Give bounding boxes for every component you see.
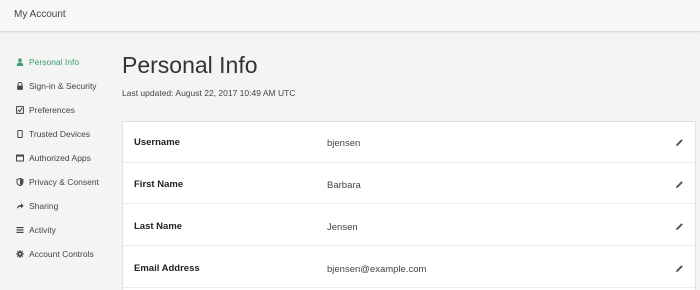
sidebar-item-trusted-devices[interactable]: Trusted Devices: [15, 124, 120, 144]
sidebar-item-label: Account Controls: [29, 249, 94, 259]
list-icon: [15, 226, 24, 235]
field-value: bjensen@example.com: [327, 264, 427, 275]
top-bar: My Account: [0, 0, 700, 32]
sidebar-item-label: Preferences: [29, 105, 75, 115]
field-value: bjensen: [327, 138, 361, 149]
field-value: Barbara: [327, 180, 361, 191]
pencil-icon[interactable]: [675, 138, 684, 147]
field-label: Last Name: [134, 221, 183, 232]
sidebar-item-label: Personal Info: [29, 57, 80, 67]
sidebar-item-sign-in-security[interactable]: Sign-in & Security: [15, 76, 120, 96]
checkbox-icon: [15, 106, 24, 115]
sidebar-item-sharing[interactable]: Sharing: [15, 196, 120, 216]
sidebar-item-preferences[interactable]: Preferences: [15, 100, 120, 120]
personal-info-card: Username bjensen First Name Barbara Last…: [122, 121, 696, 290]
sidebar-item-label: Privacy & Consent: [29, 177, 99, 187]
field-label: Email Address: [134, 263, 200, 274]
sidebar-item-activity[interactable]: Activity: [15, 220, 120, 240]
share-icon: [15, 202, 24, 211]
pencil-icon[interactable]: [675, 180, 684, 189]
device-icon: [15, 130, 24, 139]
field-row-first-name[interactable]: First Name Barbara: [123, 163, 695, 204]
field-label: Username: [134, 137, 180, 148]
sidebar-item-label: Trusted Devices: [29, 129, 91, 139]
gear-icon: [15, 250, 24, 259]
shield-icon: [15, 178, 24, 187]
page-title: Personal Info: [122, 52, 258, 78]
sidebar-item-privacy-consent[interactable]: Privacy & Consent: [15, 172, 120, 192]
sidebar-item-label: Activity: [29, 225, 56, 235]
field-label: First Name: [134, 179, 184, 190]
sidebar-item-authorized-apps[interactable]: Authorized Apps: [15, 148, 120, 168]
last-updated-text: Last updated: August 22, 2017 10:49 AM U…: [122, 88, 296, 98]
field-row-last-name[interactable]: Last Name Jensen: [123, 205, 695, 246]
pencil-icon[interactable]: [675, 264, 684, 273]
window-icon: [15, 154, 24, 163]
field-value: Jensen: [327, 222, 358, 233]
sidebar-item-personal-info[interactable]: Personal Info: [15, 52, 120, 72]
pencil-icon[interactable]: [675, 222, 684, 231]
lock-icon: [15, 82, 24, 91]
sidebar-item-label: Sharing: [29, 201, 59, 211]
sidebar-item-account-controls[interactable]: Account Controls: [15, 244, 120, 264]
app-title: My Account: [14, 9, 66, 20]
sidebar-item-label: Authorized Apps: [29, 153, 91, 163]
sidebar-item-label: Sign-in & Security: [29, 81, 97, 91]
user-icon: [15, 58, 24, 67]
field-row-username[interactable]: Username bjensen: [123, 122, 695, 163]
field-row-email-address[interactable]: Email Address bjensen@example.com: [123, 247, 695, 288]
